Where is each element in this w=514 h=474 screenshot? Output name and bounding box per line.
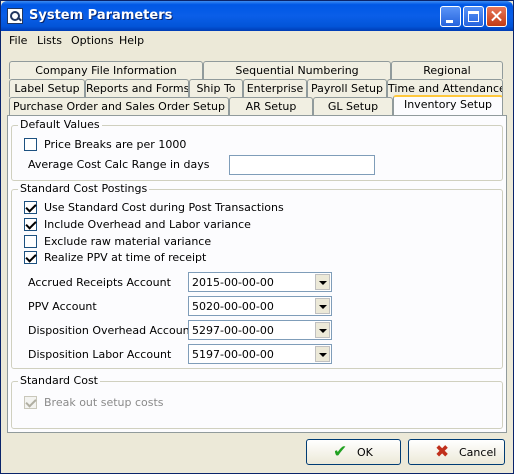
tab-reports-and-forms[interactable]: Reports and Forms — [85, 79, 189, 97]
standard-cost-postings-group: Standard Cost Postings Use Standard Cost… — [11, 182, 503, 369]
tab-enterprise[interactable]: Enterprise — [243, 79, 307, 97]
x-icon: ✖ — [435, 442, 450, 462]
include-overhead-checkbox[interactable] — [24, 218, 37, 231]
exclude-raw-material-checkbox[interactable] — [24, 235, 37, 248]
ok-button[interactable]: ✔ OK — [306, 439, 401, 465]
standard-cost-title: Standard Cost — [18, 374, 100, 387]
break-out-setup-costs-checkbox[interactable] — [24, 396, 37, 409]
menu-file[interactable]: File — [9, 34, 27, 47]
ok-label: OK — [357, 446, 373, 459]
disposition-labor-combo[interactable]: 5197-00-00-00 — [188, 344, 332, 364]
system-parameters-window: System Parameters File Lists Options Hel… — [0, 0, 514, 474]
title-bar[interactable]: System Parameters — [1, 1, 513, 31]
tab-ar-setup[interactable]: AR Setup — [229, 97, 313, 115]
accrued-receipts-value: 2015-00-00-00 — [192, 276, 274, 289]
ppv-account-combo[interactable]: 5020-00-00-00 — [188, 296, 332, 316]
tab-company-file-information[interactable]: Company File Information — [9, 61, 203, 79]
tab-gl-setup[interactable]: GL Setup — [313, 97, 393, 115]
ppv-account-value: 5020-00-00-00 — [192, 300, 274, 313]
tab-regional[interactable]: Regional — [391, 61, 503, 79]
disposition-labor-label: Disposition Labor Account — [28, 348, 172, 361]
standard-cost-group: Standard Cost Break out setup costs — [11, 374, 503, 429]
chevron-down-icon[interactable] — [315, 322, 330, 338]
accrued-receipts-combo[interactable]: 2015-00-00-00 — [188, 272, 332, 292]
app-icon[interactable] — [7, 8, 23, 24]
chevron-down-icon[interactable] — [315, 298, 330, 314]
maximize-button[interactable] — [463, 6, 484, 27]
price-breaks-label: Price Breaks are per 1000 — [44, 138, 187, 151]
price-breaks-checkbox[interactable] — [24, 138, 37, 151]
exclude-raw-material-label: Exclude raw material variance — [44, 235, 212, 248]
tab-payroll-setup[interactable]: Payroll Setup — [307, 79, 387, 97]
avg-cost-input[interactable] — [229, 155, 375, 175]
realize-ppv-checkbox[interactable] — [24, 251, 37, 264]
break-out-setup-costs-label: Break out setup costs — [44, 396, 164, 409]
standard-cost-postings-title: Standard Cost Postings — [18, 182, 150, 195]
tab-po-so-setup[interactable]: Purchase Order and Sales Order Setup — [9, 97, 229, 115]
minimize-icon — [446, 20, 453, 23]
check-icon: ✔ — [333, 442, 348, 462]
tab-label-setup[interactable]: Label Setup — [9, 79, 85, 97]
use-standard-cost-label: Use Standard Cost during Post Transactio… — [44, 201, 284, 214]
chevron-down-icon[interactable] — [315, 274, 330, 290]
menu-help[interactable]: Help — [119, 34, 144, 47]
menu-lists[interactable]: Lists — [37, 34, 62, 47]
chevron-down-icon[interactable] — [315, 346, 330, 362]
inventory-setup-panel: Default Values Price Breaks are per 1000… — [7, 115, 507, 433]
cancel-button[interactable]: ✖ Cancel — [408, 439, 505, 465]
menu-bar: File Lists Options Help — [1, 31, 513, 51]
tab-ship-to[interactable]: Ship To — [189, 79, 243, 97]
window-title: System Parameters — [29, 8, 173, 23]
default-values-title: Default Values — [18, 118, 102, 131]
close-button[interactable] — [486, 6, 507, 27]
use-standard-cost-checkbox[interactable] — [24, 201, 37, 214]
cancel-label: Cancel — [459, 446, 497, 459]
maximize-icon — [468, 11, 479, 22]
default-values-group: Default Values Price Breaks are per 1000… — [11, 118, 503, 181]
minimize-button[interactable] — [440, 6, 461, 27]
ppv-account-label: PPV Account — [28, 300, 97, 313]
disposition-overhead-combo[interactable]: 5297-00-00-00 — [188, 320, 332, 340]
avg-cost-label: Average Cost Calc Range in days — [28, 158, 210, 171]
menu-options[interactable]: Options — [71, 34, 113, 47]
tab-sequential-numbering[interactable]: Sequential Numbering — [203, 61, 391, 79]
realize-ppv-label: Realize PPV at time of receipt — [44, 251, 207, 264]
include-overhead-label: Include Overhead and Labor variance — [44, 218, 251, 231]
accrued-receipts-label: Accrued Receipts Account — [28, 276, 171, 289]
disposition-labor-value: 5197-00-00-00 — [192, 348, 274, 361]
tab-inventory-setup[interactable]: Inventory Setup — [393, 95, 503, 115]
disposition-overhead-value: 5297-00-00-00 — [192, 324, 274, 337]
disposition-overhead-label: Disposition Overhead Account — [28, 324, 194, 337]
